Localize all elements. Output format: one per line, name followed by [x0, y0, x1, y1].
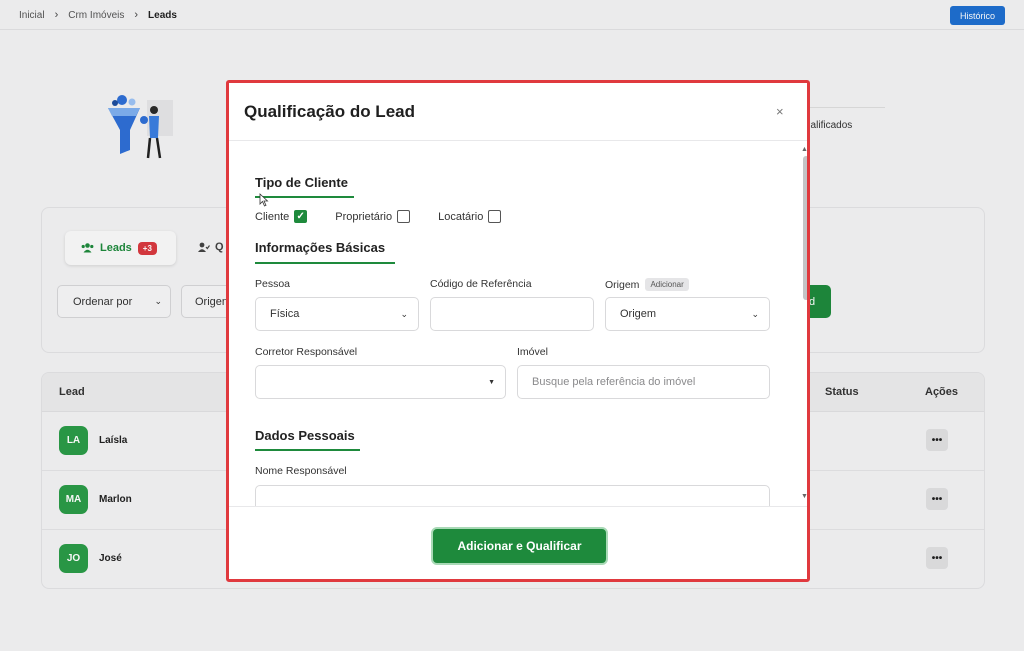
modal-footer: Adicionar e Qualificar [229, 506, 807, 579]
modal-header: Qualificação do Lead × [229, 83, 807, 141]
checkbox-proprietario[interactable]: Proprietário [335, 210, 411, 223]
add-and-qualify-button[interactable]: Adicionar e Qualificar [431, 527, 608, 565]
close-icon[interactable]: × [776, 104, 784, 119]
origem-select-value: Origem [620, 308, 657, 320]
codigo-label: Código de Referência [430, 278, 532, 290]
scroll-up-icon[interactable]: ▲ [801, 146, 807, 153]
checkbox-cliente[interactable]: Cliente ✓ [255, 210, 308, 223]
checkbox-cliente-label: Cliente [255, 210, 290, 223]
qualification-modal: Qualificação do Lead × Tipo de Cliente C… [226, 80, 810, 582]
pessoa-select[interactable]: Física ⌄ [255, 297, 419, 331]
scrollbar-thumb[interactable] [803, 156, 807, 300]
imovel-placeholder: Busque pela referência do imóvel [532, 376, 696, 388]
chevron-down-icon: ⌄ [751, 308, 759, 319]
chevron-down-icon: ⌄ [400, 308, 408, 319]
section-underline [255, 196, 354, 198]
scroll-down-icon[interactable]: ▼ [801, 493, 807, 500]
checkbox-locatario-label: Locatário [438, 210, 484, 223]
mouse-cursor-icon [259, 193, 269, 207]
modal-title: Qualificação do Lead [244, 102, 415, 121]
add-origem-button[interactable]: Adicionar [645, 278, 689, 291]
origem-select[interactable]: Origem ⌄ [605, 297, 770, 331]
corretor-label: Corretor Responsável [255, 346, 358, 358]
section-title-informacoes: Informações Básicas [255, 240, 386, 255]
section-underline [255, 262, 395, 264]
codigo-input[interactable] [430, 297, 594, 331]
nome-responsavel-label: Nome Responsável [255, 465, 347, 477]
checkbox-proprietario-label: Proprietário [335, 210, 393, 223]
imovel-search-input[interactable]: Busque pela referência do imóvel [517, 365, 770, 399]
nome-responsavel-input[interactable] [255, 485, 770, 506]
section-underline [255, 449, 360, 451]
client-type-options: Cliente ✓ Proprietário Locatário [255, 210, 529, 223]
origem-label-text: Origem [605, 279, 640, 291]
pessoa-label: Pessoa [255, 278, 291, 290]
corretor-select[interactable]: ▼ [255, 365, 506, 399]
section-title-dados-pessoais: Dados Pessoais [255, 428, 355, 443]
pessoa-select-value: Física [270, 308, 300, 320]
imovel-label: Imóvel [517, 346, 548, 358]
checkbox-checked-icon[interactable]: ✓ [294, 210, 308, 223]
origem-label: Origem Adicionar [605, 278, 689, 291]
checkbox-locatario[interactable]: Locatário [438, 210, 502, 223]
caret-down-icon: ▼ [488, 378, 495, 386]
modal-body[interactable]: Tipo de Cliente Cliente ✓ Proprietário L… [229, 142, 807, 506]
checkbox-empty-icon[interactable] [397, 210, 411, 223]
checkbox-empty-icon[interactable] [488, 210, 502, 223]
section-title-tipo-cliente: Tipo de Cliente [255, 175, 348, 190]
